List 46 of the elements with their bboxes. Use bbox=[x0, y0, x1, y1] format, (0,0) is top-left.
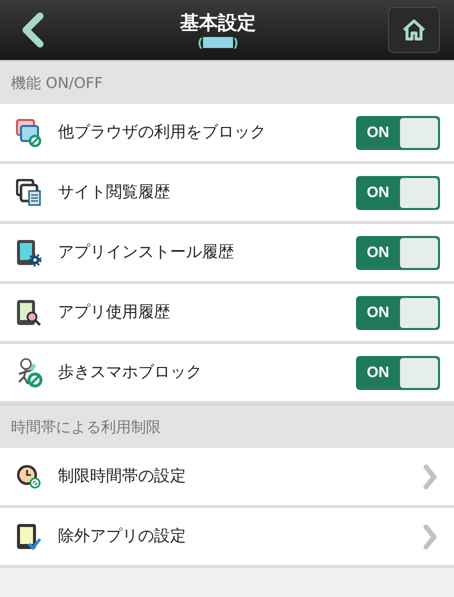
screen-title: 基本設定 bbox=[180, 10, 256, 36]
browser-block-icon bbox=[16, 118, 42, 146]
toggle-switch[interactable]: ON bbox=[356, 356, 440, 390]
toggle-switch[interactable]: ON bbox=[356, 296, 440, 330]
settings-row[interactable]: アプリ使用履歴 ON bbox=[0, 284, 454, 344]
settings-row[interactable]: 歩きスマホブロック ON bbox=[0, 344, 454, 404]
settings-row[interactable]: 他ブラウザの利用をブロック ON bbox=[0, 104, 454, 164]
toggle-knob bbox=[400, 178, 438, 208]
chevron-right-icon bbox=[422, 464, 438, 490]
toggle-state-label: ON bbox=[366, 124, 390, 141]
setting-label: サイト閲覧履歴 bbox=[58, 182, 171, 203]
phone-check-icon bbox=[16, 522, 42, 550]
settings-row[interactable]: サイト閲覧履歴 ON bbox=[0, 164, 454, 224]
toggle-state-label: ON bbox=[366, 304, 390, 321]
toggle-switch[interactable]: ON bbox=[356, 236, 440, 270]
setting-label: 歩きスマホブロック bbox=[58, 362, 203, 383]
home-icon bbox=[402, 18, 426, 40]
toggle-state-label: ON bbox=[366, 184, 390, 201]
settings-row[interactable]: 除外アプリの設定 bbox=[0, 508, 454, 568]
toggle-state-label: ON bbox=[366, 364, 390, 381]
subtitle-paren: ( bbox=[198, 36, 203, 50]
setting-label: 他ブラウザの利用をブロック bbox=[58, 122, 267, 143]
setting-label: 制限時間帯の設定 bbox=[58, 466, 187, 487]
chevron-right-icon bbox=[422, 524, 438, 550]
toggle-knob bbox=[400, 118, 438, 148]
toggle-switch[interactable]: ON bbox=[356, 176, 440, 210]
back-chevron-icon bbox=[20, 12, 46, 48]
redaction-mark bbox=[203, 37, 233, 48]
phone-gear-icon bbox=[16, 238, 42, 266]
subtitle-paren: ) bbox=[233, 36, 238, 50]
setting-label: アプリ使用履歴 bbox=[58, 302, 171, 323]
browser-history-icon bbox=[16, 178, 42, 206]
home-button[interactable] bbox=[388, 6, 440, 52]
toggle-knob bbox=[400, 238, 438, 268]
toggle-state-label: ON bbox=[366, 244, 390, 261]
settings-row[interactable]: アプリインストール履歴 ON bbox=[0, 224, 454, 284]
setting-label: 除外アプリの設定 bbox=[58, 526, 187, 547]
toggle-knob bbox=[400, 358, 438, 388]
toggle-switch[interactable]: ON bbox=[356, 116, 440, 150]
clock-block-icon bbox=[16, 464, 42, 490]
phone-magnifier-icon bbox=[16, 298, 42, 326]
toggle-knob bbox=[400, 298, 438, 328]
section-title: 機能 ON/OFF bbox=[11, 74, 103, 92]
settings-row[interactable]: 制限時間帯の設定 bbox=[0, 448, 454, 508]
setting-label: アプリインストール履歴 bbox=[58, 242, 235, 263]
section-title: 時間帯による利用制限 bbox=[11, 418, 161, 436]
